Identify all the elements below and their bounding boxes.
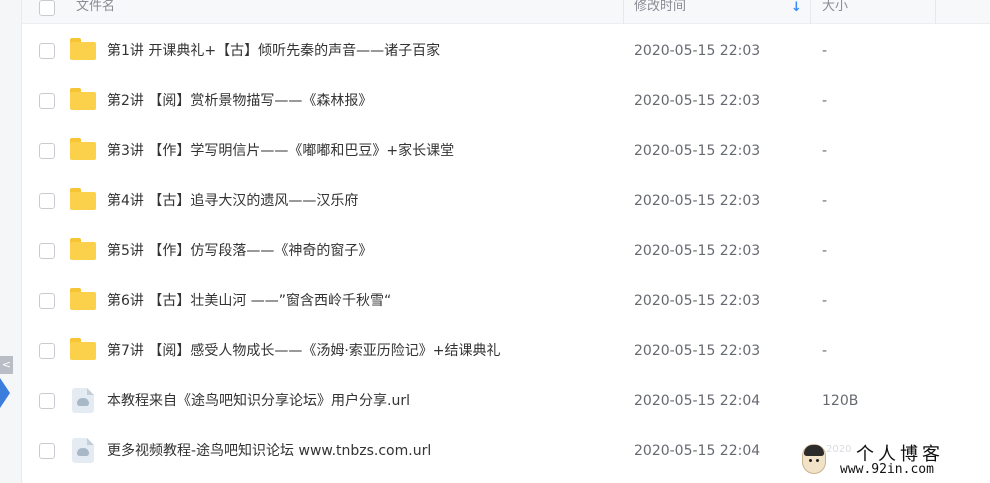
- select-all-checkbox[interactable]: [39, 0, 55, 16]
- modified-time: 2020-05-15 22:04: [634, 443, 761, 459]
- collapse-sidebar-button[interactable]: <: [0, 356, 13, 374]
- url-file-icon: [70, 438, 96, 463]
- folder-icon: [70, 88, 96, 112]
- file-size: -: [822, 43, 828, 59]
- modified-time: 2020-05-15 22:03: [634, 43, 761, 59]
- file-row[interactable]: 第5讲 【作】仿写段落——《神奇的窗子》 2020-05-15 22:03 -: [22, 226, 990, 276]
- expand-arrow-icon[interactable]: [0, 378, 10, 408]
- file-size: -: [822, 143, 828, 159]
- column-divider[interactable]: [623, 0, 624, 24]
- column-header-modified[interactable]: 修改时间: [634, 0, 686, 14]
- file-size: -: [822, 243, 828, 259]
- file-size: -: [822, 293, 828, 309]
- arrow-down-icon[interactable]: ↓: [791, 0, 802, 15]
- file-row[interactable]: 本教程来自《途鸟吧知识分享论坛》用户分享.url 2020-05-15 22:0…: [22, 376, 990, 426]
- file-name[interactable]: 第1讲 开课典礼+【古】倾听先秦的声音——诸子百家: [107, 42, 440, 60]
- list-header: 文件名 修改时间 ↓ 大小: [22, 0, 990, 24]
- folder-icon: [70, 288, 96, 312]
- file-size: -: [822, 343, 828, 359]
- modified-time: 2020-05-15 22:03: [634, 243, 761, 259]
- row-checkbox[interactable]: [39, 393, 55, 409]
- column-divider[interactable]: [810, 0, 811, 24]
- file-name[interactable]: 第3讲 【作】学写明信片——《嘟嘟和巴豆》+家长课堂: [107, 142, 454, 160]
- watermark-url: www.92in.com: [840, 462, 934, 477]
- file-manager: < 文件名 修改时间 ↓ 大小 第1讲 开课典礼+【古】倾听先秦的声音——诸子百…: [0, 0, 990, 483]
- file-size: -: [822, 93, 828, 109]
- blog-watermark: 2020 个人博客 www.92in.com: [796, 440, 990, 483]
- row-checkbox[interactable]: [39, 343, 55, 359]
- file-row[interactable]: 第6讲 【古】壮美山河 ——”窗含西岭千秋雪“ 2020-05-15 22:03…: [22, 276, 990, 326]
- row-checkbox[interactable]: [39, 143, 55, 159]
- url-file-icon: [70, 388, 96, 413]
- file-name[interactable]: 第6讲 【古】壮美山河 ——”窗含西岭千秋雪“: [107, 292, 391, 310]
- file-name[interactable]: 第2讲 【阅】赏析景物描写——《森林报》: [107, 92, 372, 110]
- file-name[interactable]: 本教程来自《途鸟吧知识分享论坛》用户分享.url: [107, 392, 410, 410]
- modified-time: 2020-05-15 22:03: [634, 143, 761, 159]
- file-name[interactable]: 更多视频教程-途鸟吧知识论坛 www.tnbzs.com.url: [107, 442, 431, 460]
- file-name[interactable]: 第7讲 【阅】感受人物成长——《汤姆·索亚历险记》+结课典礼: [107, 342, 501, 360]
- file-row[interactable]: 第3讲 【作】学写明信片——《嘟嘟和巴豆》+家长课堂 2020-05-15 22…: [22, 126, 990, 176]
- column-header-name[interactable]: 文件名: [76, 0, 115, 14]
- file-size: -: [822, 193, 828, 209]
- modified-time: 2020-05-15 22:03: [634, 93, 761, 109]
- modified-time: 2020-05-15 22:03: [634, 343, 761, 359]
- file-row[interactable]: 第2讲 【阅】赏析景物描写——《森林报》 2020-05-15 22:03 -: [22, 76, 990, 126]
- modified-time: 2020-05-15 22:03: [634, 293, 761, 309]
- folder-icon: [70, 338, 96, 362]
- column-header-size[interactable]: 大小: [822, 0, 848, 14]
- modified-time: 2020-05-15 22:03: [634, 193, 761, 209]
- file-row[interactable]: 第1讲 开课典礼+【古】倾听先秦的声音——诸子百家 2020-05-15 22:…: [22, 26, 990, 76]
- file-name[interactable]: 第5讲 【作】仿写段落——《神奇的窗子》: [107, 242, 372, 260]
- file-row[interactable]: 第4讲 【古】追寻大汉的遗风——汉乐府 2020-05-15 22:03 -: [22, 176, 990, 226]
- file-row[interactable]: 第7讲 【阅】感受人物成长——《汤姆·索亚历险记》+结课典礼 2020-05-1…: [22, 326, 990, 376]
- modified-time: 2020-05-15 22:04: [634, 393, 761, 409]
- row-checkbox[interactable]: [39, 43, 55, 59]
- row-checkbox[interactable]: [39, 293, 55, 309]
- row-checkbox[interactable]: [39, 93, 55, 109]
- watermark-faded-text: 2020: [826, 444, 852, 455]
- column-divider[interactable]: [935, 0, 936, 24]
- folder-icon: [70, 238, 96, 262]
- folder-icon: [70, 38, 96, 62]
- row-checkbox[interactable]: [39, 193, 55, 209]
- file-size: 120B: [822, 393, 859, 409]
- left-panel-edge: [0, 0, 22, 483]
- row-checkbox[interactable]: [39, 243, 55, 259]
- chevron-left-icon: <: [1, 358, 12, 371]
- row-checkbox[interactable]: [39, 443, 55, 459]
- file-name[interactable]: 第4讲 【古】追寻大汉的遗风——汉乐府: [107, 192, 358, 210]
- avatar-icon: [802, 444, 826, 474]
- folder-icon: [70, 188, 96, 212]
- folder-icon: [70, 138, 96, 162]
